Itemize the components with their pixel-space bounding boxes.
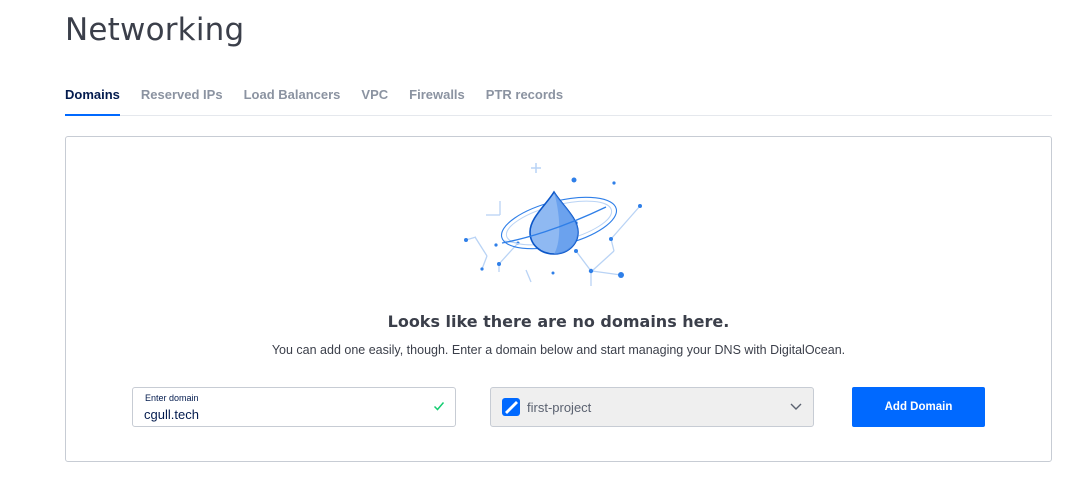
- tab-vpc[interactable]: VPC: [361, 84, 388, 116]
- chevron-down-icon: [790, 403, 802, 410]
- tab-reserved-ips[interactable]: Reserved IPs: [141, 84, 223, 116]
- empty-state-subtext: You can add one easily, though. Enter a …: [271, 343, 846, 357]
- tab-ptr-records[interactable]: PTR records: [486, 84, 563, 116]
- check-icon: [433, 402, 445, 411]
- networking-tabs: Domains Reserved IPs Load Balancers VPC …: [65, 84, 1052, 116]
- domain-field-label: Enter domain: [145, 393, 199, 403]
- tab-domains[interactable]: Domains: [65, 84, 120, 116]
- project-icon: [502, 398, 520, 416]
- add-domain-button[interactable]: Add Domain: [852, 387, 985, 427]
- page-title: Networking: [65, 12, 245, 48]
- project-select-value: first-project: [527, 399, 592, 415]
- empty-state-heading: Looks like there are no domains here.: [387, 312, 730, 331]
- domain-input[interactable]: [144, 405, 414, 423]
- empty-state-panel: Looks like there are no domains here. Yo…: [65, 136, 1052, 462]
- domain-field[interactable]: Enter domain: [132, 387, 456, 427]
- tab-firewalls[interactable]: Firewalls: [409, 84, 465, 116]
- tab-load-balancers[interactable]: Load Balancers: [244, 84, 341, 116]
- water-drop-planet-icon: [464, 163, 642, 286]
- project-select[interactable]: first-project: [490, 387, 814, 427]
